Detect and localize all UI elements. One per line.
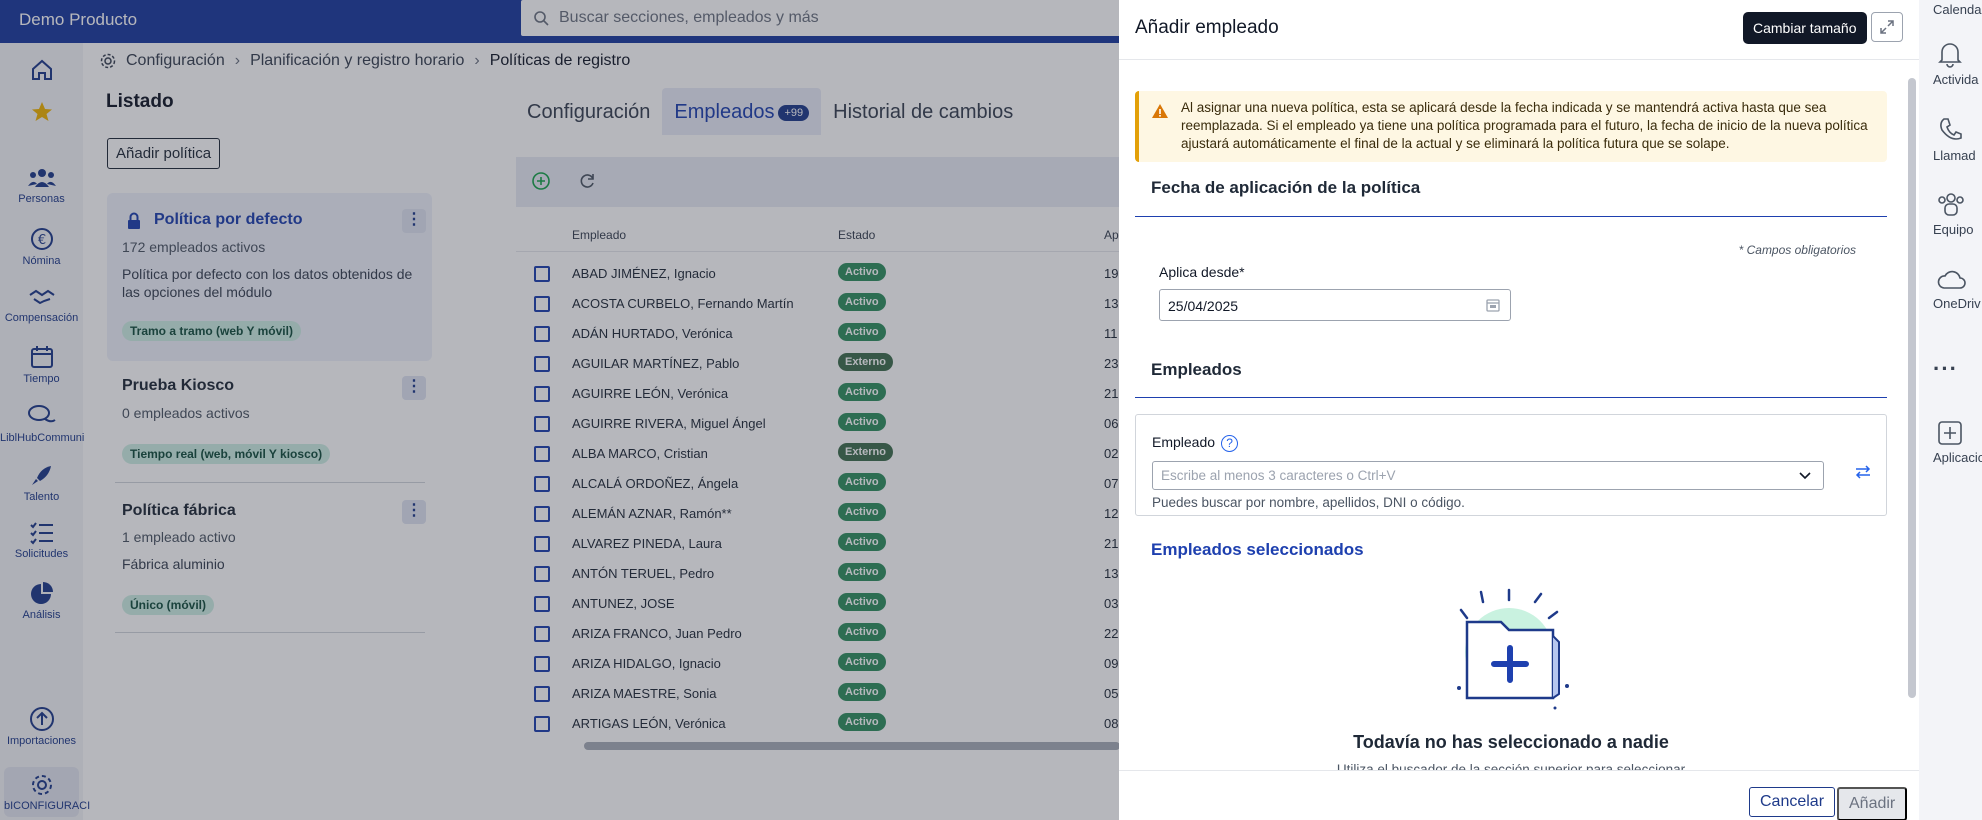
swap-icon[interactable] bbox=[1854, 463, 1872, 481]
phone-icon bbox=[1940, 118, 1962, 140]
employee-placeholder: Escribe al menos 3 caracteres o Ctrl+V bbox=[1161, 468, 1396, 483]
right-app-rail: Calenda Activida Llamad Equipo OneDriv ·… bbox=[1919, 0, 1982, 820]
calendar-icon[interactable] bbox=[1486, 298, 1500, 312]
date-field[interactable]: 25/04/2025 bbox=[1159, 289, 1511, 321]
cloud-icon bbox=[1937, 270, 1966, 289]
empty-folder-illustration bbox=[1457, 588, 1569, 710]
rail-apps[interactable]: Aplicacio bbox=[1933, 420, 1982, 465]
rail-label: Activida bbox=[1933, 72, 1979, 87]
more-apps-icon[interactable]: ··· bbox=[1933, 356, 1982, 382]
date-value: 25/04/2025 bbox=[1168, 298, 1239, 314]
rail-teams[interactable]: Equipo bbox=[1933, 190, 1982, 237]
empty-state-title: Todavía no has seleccionado a nadie bbox=[1353, 732, 1669, 752]
modal-backdrop[interactable] bbox=[0, 0, 1120, 820]
rail-onedrive[interactable]: OneDriv bbox=[1933, 268, 1982, 311]
cancel-button[interactable]: Cancelar bbox=[1749, 787, 1836, 817]
resize-tooltip: Cambiar tamaño bbox=[1743, 12, 1867, 44]
rail-calendar[interactable]: Calenda bbox=[1933, 2, 1982, 17]
section-divider bbox=[1135, 216, 1887, 217]
add-employee-panel: Añadir empleado Cambiar tamaño Al asigna… bbox=[1119, 0, 1919, 820]
rail-calls[interactable]: Llamad bbox=[1933, 116, 1982, 163]
divider bbox=[1119, 59, 1919, 60]
section-title-date: Fecha de aplicación de la política bbox=[1151, 178, 1421, 197]
rail-label: Llamad bbox=[1933, 148, 1976, 163]
employee-label: Empleado bbox=[1152, 434, 1216, 450]
rail-activity[interactable]: Activida bbox=[1933, 40, 1982, 87]
required-note: * Campos obligatorios bbox=[1738, 243, 1856, 257]
employee-label-row: Empleado? bbox=[1152, 434, 1239, 452]
team-icon bbox=[1938, 193, 1964, 216]
add-app-icon bbox=[1938, 421, 1962, 445]
warning-icon bbox=[1152, 104, 1168, 118]
help-icon[interactable]: ? bbox=[1221, 434, 1239, 452]
rail-label: Equipo bbox=[1933, 222, 1974, 237]
panel-scrollbar[interactable] bbox=[1908, 78, 1916, 698]
add-button[interactable]: Añadir bbox=[1837, 787, 1908, 820]
employee-hint: Puedes buscar por nombre, apellidos, DNI… bbox=[1152, 495, 1465, 510]
panel-title: Añadir empleado bbox=[1135, 17, 1279, 38]
employee-search-input[interactable]: Escribe al menos 3 caracteres o Ctrl+V bbox=[1152, 461, 1824, 490]
selected-employees-title: Empleados seleccionados bbox=[1151, 540, 1364, 559]
resize-button[interactable] bbox=[1871, 12, 1903, 42]
date-label: Aplica desde* bbox=[1159, 264, 1245, 280]
employee-search-box: Empleado? Escribe al menos 3 caracteres … bbox=[1135, 414, 1887, 516]
panel-footer: Cancelar Añadir bbox=[1119, 770, 1919, 820]
section-divider bbox=[1135, 397, 1887, 398]
bell-icon bbox=[1938, 43, 1962, 68]
rail-label: Aplicacio bbox=[1933, 450, 1982, 465]
rail-label: Calenda bbox=[1933, 2, 1982, 17]
chevron-down-icon[interactable] bbox=[1797, 467, 1813, 483]
warning-text: Al asignar una nueva política, esta se a… bbox=[1181, 100, 1868, 151]
expand-icon bbox=[1880, 20, 1894, 34]
rail-label: OneDriv bbox=[1933, 296, 1981, 311]
section-title-employees: Empleados bbox=[1151, 360, 1242, 379]
warning-banner: Al asignar una nueva política, esta se a… bbox=[1135, 91, 1887, 162]
